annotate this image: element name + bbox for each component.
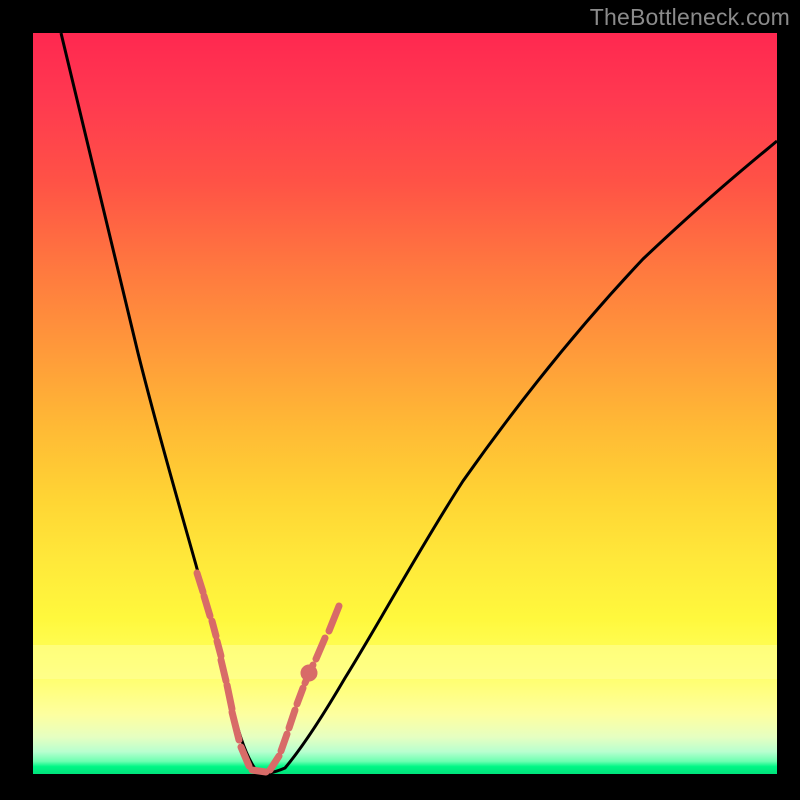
- chart-frame: TheBottleneck.com: [0, 0, 800, 800]
- plot-area: [33, 33, 777, 774]
- watermark-text: TheBottleneck.com: [590, 4, 790, 31]
- curve-layer: [33, 33, 777, 774]
- bottleneck-curve: [61, 33, 777, 773]
- marker-cluster: [197, 573, 339, 772]
